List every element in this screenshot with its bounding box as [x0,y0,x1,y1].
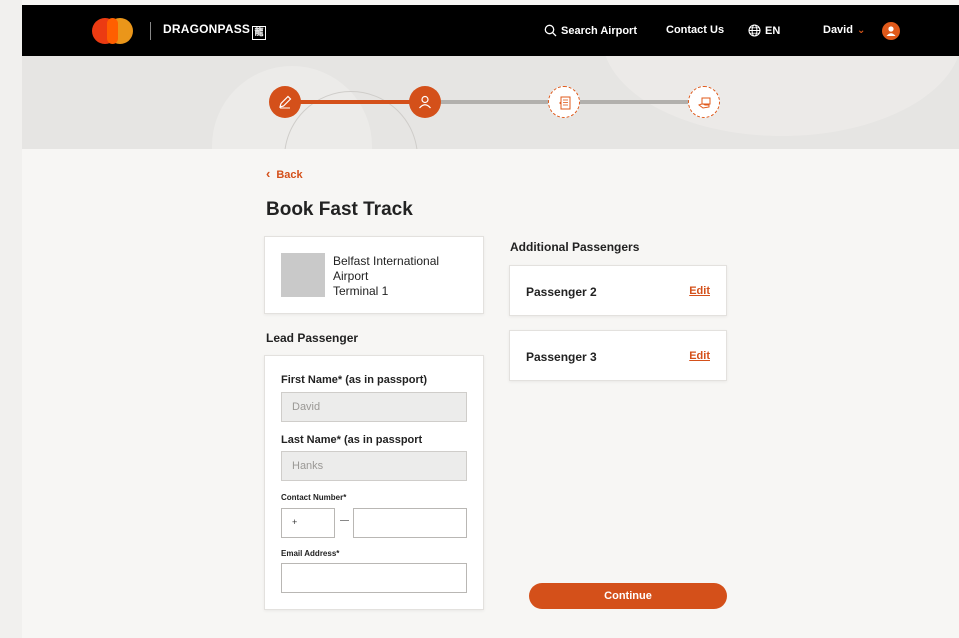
airport-card: Belfast International Airport Terminal 1 [264,236,484,314]
language-selector[interactable]: EN [748,24,780,37]
mastercard-logo[interactable] [92,18,136,44]
contact-separator [340,520,349,521]
search-airport-link[interactable]: Search Airport [544,24,637,37]
last-name-label: Last Name* (as in passport [281,434,423,446]
email-field[interactable] [281,563,467,593]
email-label: Email Address* [281,549,340,558]
booking-content: ‹ Back Book Fast Track Belfast Internatio… [22,149,959,638]
document-icon [559,96,571,110]
passenger-name: Passenger 2 [526,285,597,299]
contact-us-link[interactable]: Contact Us [666,24,724,36]
last-name-field[interactable]: Hanks [281,451,467,481]
first-name-field[interactable]: David [281,392,467,422]
passenger-card: Passenger 3 Edit [509,330,727,381]
search-icon [544,24,557,37]
page-title: Book Fast Track [266,199,413,220]
passenger-name: Passenger 3 [526,350,597,364]
person-icon [419,95,431,109]
first-name-label: First Name* (as in passport) [281,374,428,386]
step-passenger[interactable] [409,86,441,118]
chevron-left-icon: ‹ [266,166,271,181]
payment-icon [698,97,711,109]
lead-passenger-form: First Name* (as in passport) David Last … [264,355,484,610]
user-menu[interactable]: David ⌄ [823,24,865,36]
step-document[interactable] [548,86,580,118]
edit-passenger-link[interactable]: Edit [689,285,710,297]
passenger-card: Passenger 2 Edit [509,265,727,316]
avatar-icon[interactable] [882,22,900,40]
airport-name-line1: Belfast International [333,254,440,268]
airport-terminal: Terminal 1 [333,284,389,298]
page-frame: DRAGONPASS 龍 Search Airport Contact Us EN… [22,0,959,638]
contact-number-label: Contact Number* [281,493,347,502]
country-code-field[interactable]: + [281,508,335,538]
nav-divider [150,22,151,40]
phone-number-field[interactable] [353,508,467,538]
lead-passenger-heading: Lead Passenger [266,331,359,345]
dragon-badge-icon: 龍 [252,26,267,40]
airport-name-line2: Airport [333,269,369,283]
top-navbar: DRAGONPASS 龍 Search Airport Contact Us EN… [22,5,959,56]
continue-button[interactable]: Continue [529,583,727,609]
airport-details: Belfast International Airport Terminal 1 [333,254,439,299]
globe-icon [748,24,761,37]
chevron-down-icon: ⌄ [856,25,866,36]
edit-passenger-link[interactable]: Edit [689,350,710,362]
airport-thumbnail [281,253,325,297]
step-pencil[interactable] [269,86,301,118]
step-payment[interactable] [688,86,720,118]
dragonpass-logo[interactable]: DRAGONPASS 龍 [163,22,267,40]
pencil-icon [279,95,292,109]
back-link[interactable]: ‹ Back [266,166,303,181]
additional-passengers-heading: Additional Passengers [510,240,640,254]
